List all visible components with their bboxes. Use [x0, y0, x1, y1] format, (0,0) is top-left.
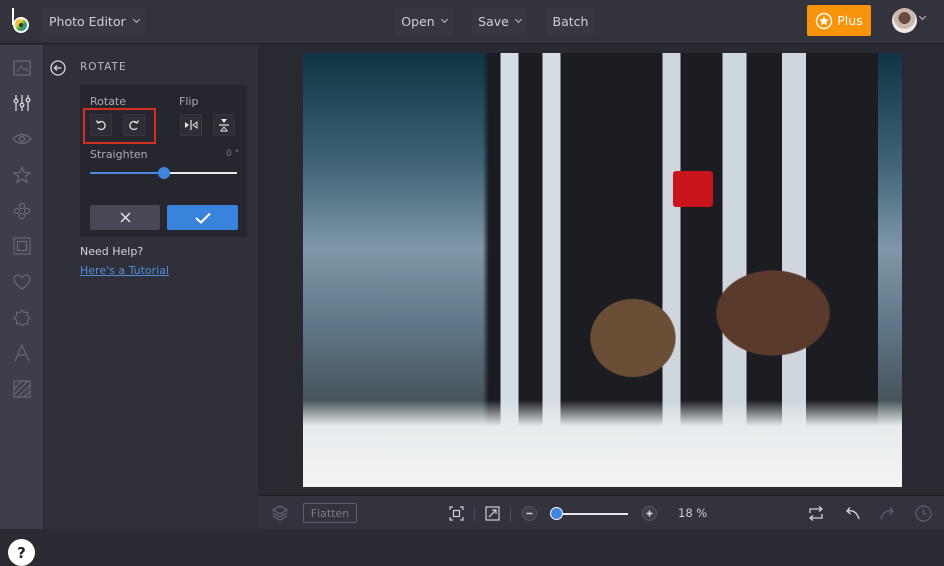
text-icon[interactable]	[11, 342, 33, 364]
rotate-panel: ROTATE Rotate Flip Straighten 0 ° Need H…	[45, 45, 258, 529]
fit-to-screen-button[interactable]	[446, 496, 466, 530]
fit-screen-icon	[448, 505, 464, 521]
rotate-ccw-icon	[95, 120, 106, 131]
actual-size-button[interactable]	[482, 496, 502, 530]
graphics-icon[interactable]	[11, 200, 33, 222]
texture-icon[interactable]	[11, 378, 33, 400]
chevron-down-icon	[132, 15, 140, 24]
star-icon[interactable]	[11, 164, 33, 186]
adjust-sliders-icon[interactable]	[11, 92, 33, 114]
open-menu-button[interactable]: Open	[395, 8, 453, 34]
photo-editor-menu[interactable]: Photo Editor	[41, 8, 145, 34]
open-label: Open	[401, 13, 435, 29]
cancel-button[interactable]	[90, 205, 160, 230]
edit-image-icon[interactable]	[11, 57, 33, 79]
undo-button[interactable]	[843, 496, 863, 530]
layers-button[interactable]	[270, 496, 290, 530]
need-help-text: Need Help?	[80, 245, 144, 258]
photo-editor-label: Photo Editor	[49, 13, 126, 29]
redo-icon	[880, 507, 894, 520]
flip-vertical-icon	[219, 119, 229, 132]
zoom-in-button[interactable]	[640, 496, 658, 530]
help-button[interactable]: ?	[8, 539, 35, 566]
rotate-cw-icon	[129, 120, 140, 131]
divider	[474, 506, 475, 521]
panel-title: ROTATE	[80, 61, 127, 73]
back-arrow-icon[interactable]	[50, 60, 66, 76]
straighten-slider-handle[interactable]	[158, 167, 170, 179]
flip-horizontal-icon	[185, 120, 198, 130]
flip-vertical-button[interactable]	[213, 114, 235, 136]
history-button[interactable]	[913, 496, 933, 530]
bottom-toolbar: Flatten 18 %	[258, 495, 944, 529]
rotate-left-button[interactable]	[90, 114, 112, 136]
rotate-label: Rotate	[90, 95, 127, 108]
batch-label: Batch	[552, 13, 589, 29]
flatten-button[interactable]: Flatten	[303, 503, 357, 523]
apply-button[interactable]	[167, 205, 238, 230]
chevron-down-icon[interactable]	[918, 12, 927, 21]
plus-label: Plus	[837, 13, 863, 28]
plus-circle-icon	[641, 505, 657, 521]
chevron-down-icon	[514, 15, 522, 24]
user-avatar[interactable]	[892, 8, 917, 33]
swap-arrows-icon	[808, 505, 824, 521]
straighten-value: 0 °	[226, 149, 240, 159]
badge-shape-icon[interactable]	[11, 307, 33, 329]
tutorial-link[interactable]: Here's a Tutorial	[80, 264, 169, 277]
top-bar: Photo Editor Open Save Batch Plus	[0, 0, 944, 44]
canvas-area	[258, 45, 944, 495]
save-label: Save	[478, 13, 509, 29]
clock-icon	[914, 504, 932, 522]
tool-category-bar: ?	[0, 45, 44, 566]
rotate-controls: Rotate Flip Straighten 0 °	[80, 85, 247, 237]
frame-icon[interactable]	[11, 235, 33, 257]
close-icon	[120, 212, 130, 223]
star-badge-icon	[816, 12, 833, 29]
minus-circle-icon	[521, 505, 537, 521]
redo-button[interactable]	[877, 496, 897, 530]
layers-icon	[272, 505, 288, 521]
straighten-slider[interactable]	[90, 167, 237, 179]
photo-canvas[interactable]	[303, 53, 902, 487]
expand-icon	[484, 505, 500, 521]
zoom-out-button[interactable]	[520, 496, 538, 530]
flip-horizontal-button[interactable]	[180, 114, 202, 136]
zoom-percentage: 18 %	[678, 506, 708, 520]
befunky-logo-icon[interactable]	[10, 7, 32, 35]
save-menu-button[interactable]: Save	[472, 8, 527, 34]
heart-icon[interactable]	[11, 271, 33, 293]
eye-icon[interactable]	[11, 128, 33, 150]
undo-icon	[846, 507, 860, 520]
straighten-label: Straighten	[90, 148, 148, 161]
flip-label: Flip	[179, 95, 199, 108]
chevron-down-icon	[440, 15, 448, 24]
straighten-slider-fill	[90, 172, 164, 174]
plus-upgrade-button[interactable]: Plus	[807, 5, 871, 36]
batch-button[interactable]: Batch	[546, 8, 595, 34]
photo-detail-mug	[673, 171, 713, 207]
checkmark-icon	[194, 212, 211, 224]
zoom-slider-handle[interactable]	[550, 507, 563, 520]
zoom-slider[interactable]	[556, 513, 628, 515]
divider	[510, 506, 511, 521]
compare-button[interactable]	[806, 496, 826, 530]
rotate-right-button[interactable]	[123, 114, 145, 136]
